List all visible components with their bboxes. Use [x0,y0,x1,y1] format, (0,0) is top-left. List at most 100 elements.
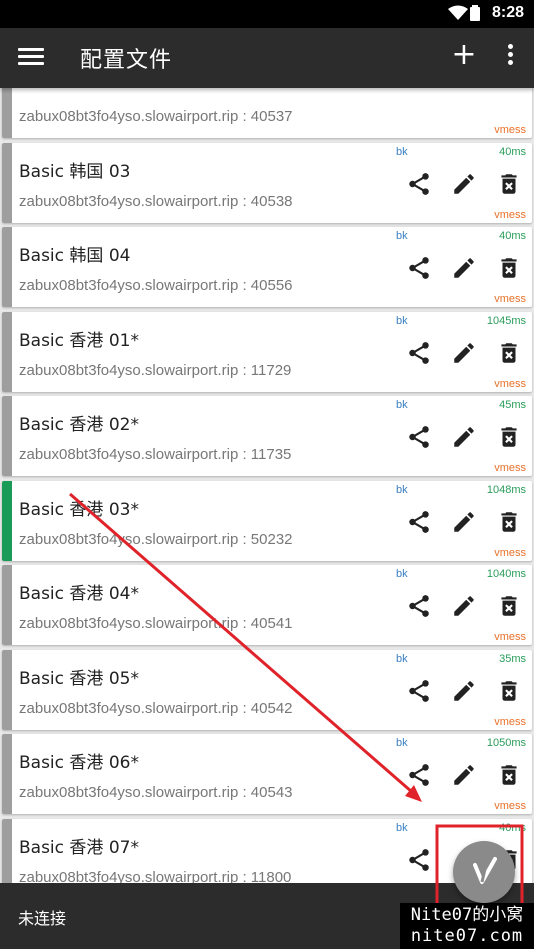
profile-card[interactable]: Basic 香港 01* zabux08bt3fo4yso.slowairport… [2,311,532,392]
profile-name: Basic 香港 02* [19,415,139,435]
selection-indicator [2,565,12,645]
protocol-label: vmess [494,800,526,812]
protocol-label: vmess [494,546,526,559]
selection-indicator [2,227,12,307]
subscription-tag: bk [396,568,408,580]
delete-icon[interactable] [496,255,522,281]
protocol-label: vmess [494,124,526,136]
edit-icon[interactable] [451,593,477,619]
delete-icon[interactable] [496,340,522,366]
profile-card[interactable]: Basic 韩国 03 zabux08bt3fo4yso.slowairport.… [2,142,532,223]
profile-card[interactable]: Basic 香港 02* zabux08bt3fo4yso.slowairport… [2,396,532,476]
share-icon[interactable] [406,171,432,197]
share-icon[interactable] [406,255,432,281]
watermark-line2: nite07.com [410,926,524,946]
profile-name: Basic 韩国 04 [19,246,131,266]
share-icon[interactable] [406,509,432,535]
protocol-label: vmess [494,293,526,305]
selection-indicator [2,818,12,883]
share-icon[interactable] [406,678,432,704]
profile-address: zabux08bt3fo4yso.slowairport.rip : 40556 [19,277,293,294]
share-icon[interactable] [406,762,432,788]
more-options-icon[interactable] [500,44,520,72]
profile-name: Basic 香港 07* [19,837,139,858]
latency-label: 45ms [499,399,526,411]
profile-card[interactable]: Basic 香港 04* zabux08bt3fo4yso.slowairport… [2,565,532,645]
delete-icon[interactable] [496,171,522,197]
profile-address: zabux08bt3fo4yso.slowairport.rip : 40543 [19,784,293,801]
profile-list[interactable]: zabux08bt3fo4yso.slowairport.rip : 40537… [0,88,534,883]
profile-address: zabux08bt3fo4yso.slowairport.rip : 50232 [19,530,293,548]
delete-icon[interactable] [496,509,522,535]
profile-address: zabux08bt3fo4yso.slowairport.rip : 40542 [19,699,293,717]
selection-indicator [2,88,12,138]
latency-label: 1048ms [486,483,526,496]
selection-indicator [2,734,12,814]
watermark-line1: Nite07的小窝 [410,905,524,925]
profile-card[interactable]: zabux08bt3fo4yso.slowairport.rip : 40537… [2,88,532,138]
subscription-tag: bk [396,483,408,496]
profile-address: zabux08bt3fo4yso.slowairport.rip : 40541 [19,615,293,632]
page-title: 配置文件 [80,48,173,73]
profile-address: zabux08bt3fo4yso.slowairport.rip : 40538 [19,192,293,210]
share-icon[interactable] [406,340,432,366]
status-bar: 8:28 [0,0,534,28]
protocol-label: vmess [494,208,526,221]
latency-label: 40ms [499,145,526,158]
selection-indicator [2,142,12,223]
share-icon[interactable] [406,593,432,619]
latency-label: 40ms [499,821,526,834]
profile-name: Basic 香港 05* [19,668,139,689]
delete-icon[interactable] [496,424,522,450]
subscription-tag: bk [396,652,408,665]
edit-icon[interactable] [451,678,477,704]
latency-label: 1040ms [486,568,526,580]
profile-name: Basic 韩国 03 [19,161,131,182]
profile-name: Basic 香港 04* [19,584,139,604]
selection-indicator [2,480,12,561]
delete-icon[interactable] [496,678,522,704]
connect-button[interactable] [453,841,515,903]
profile-address: zabux08bt3fo4yso.slowairport.rip : 11735 [19,446,292,463]
edit-icon[interactable] [451,509,477,535]
battery-icon [470,5,480,21]
subscription-tag: bk [396,821,408,834]
delete-icon[interactable] [496,593,522,619]
edit-icon[interactable] [451,762,477,788]
protocol-label: vmess [494,462,526,474]
latency-label: 1050ms [486,737,526,749]
latency-label: 40ms [499,230,526,242]
profile-name: Basic 香港 06* [19,753,139,773]
share-icon[interactable] [406,424,432,450]
edit-icon[interactable] [451,424,477,450]
protocol-label: vmess [494,715,526,728]
app-bar: 配置文件 + [0,28,534,88]
selection-indicator [2,396,12,476]
menu-icon[interactable] [18,46,44,70]
profile-name: Basic 香港 03* [19,499,139,520]
delete-icon[interactable] [496,762,522,788]
profile-card[interactable]: Basic 香港 05* zabux08bt3fo4yso.slowairport… [2,649,532,730]
latency-label: 1045ms [486,314,526,327]
protocol-label: vmess [494,631,526,643]
profile-address: zabux08bt3fo4yso.slowairport.rip : 11800 [19,868,292,884]
watermark: Nite07的小窝 nite07.com [400,903,534,949]
clock: 8:28 [491,4,524,21]
profile-card[interactable]: Basic 韩国 04 zabux08bt3fo4yso.slowairport.… [2,227,532,307]
add-profile-button[interactable]: + [450,40,478,70]
share-icon[interactable] [406,847,432,873]
profile-card[interactable]: Basic 香港 06* zabux08bt3fo4yso.slowairport… [2,734,532,814]
edit-icon[interactable] [451,255,477,281]
subscription-tag: bk [396,145,408,158]
protocol-label: vmess [494,377,526,390]
edit-icon[interactable] [451,171,477,197]
selection-indicator [2,311,12,392]
profile-card[interactable]: Basic 香港 03* zabux08bt3fo4yso.slowairport… [2,480,532,561]
edit-icon[interactable] [451,340,477,366]
connection-status: 未连接 [18,909,67,928]
profile-name: Basic 香港 01* [19,330,139,351]
selection-indicator [2,649,12,730]
subscription-tag: bk [396,399,408,411]
subscription-tag: bk [396,314,408,327]
v-logo-icon [473,857,497,884]
